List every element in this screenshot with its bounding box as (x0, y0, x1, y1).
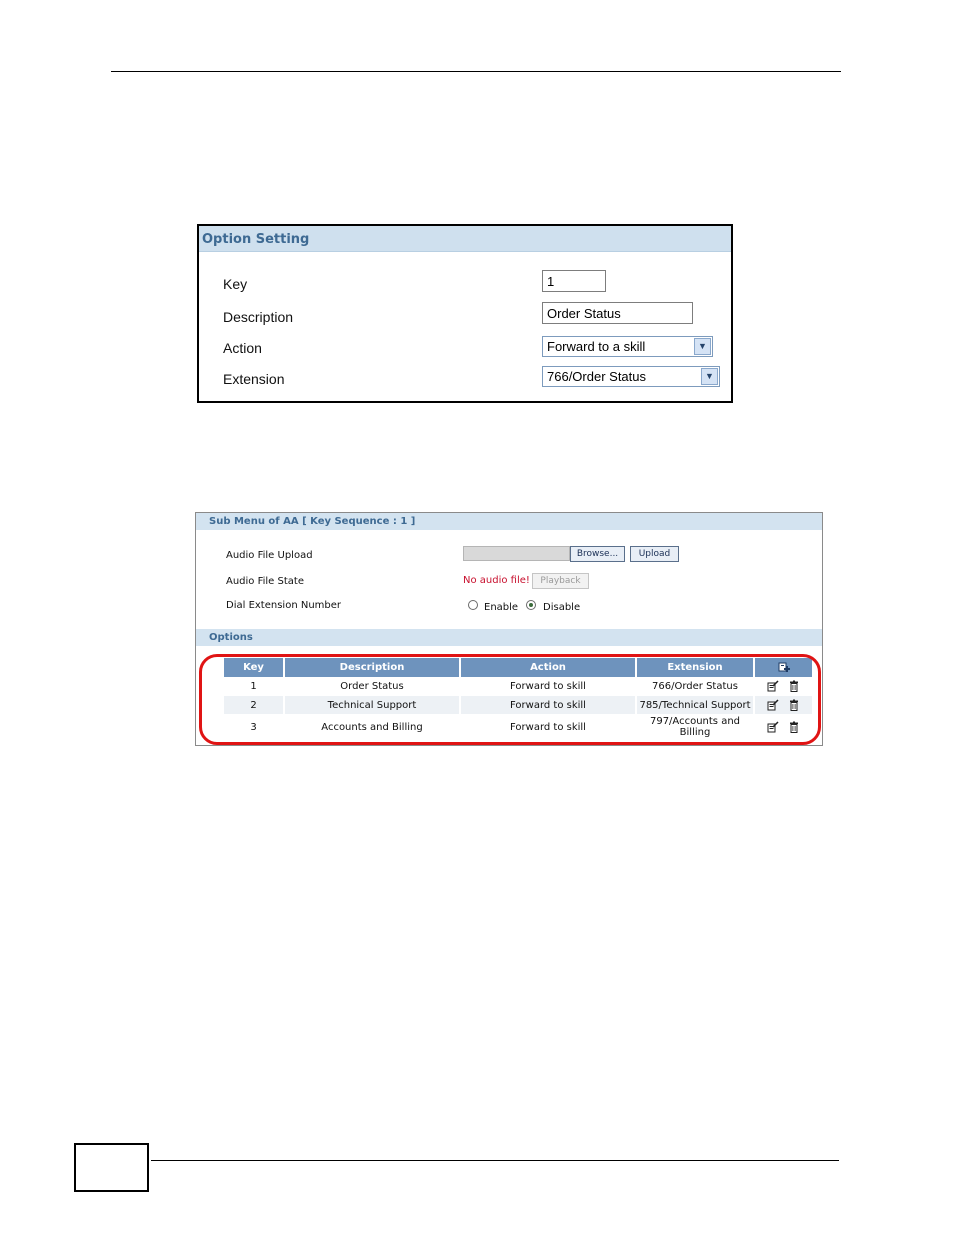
edit-icon[interactable] (767, 680, 779, 692)
key-label: Key (223, 276, 248, 292)
action-select-value: Forward to a skill (547, 339, 646, 354)
enable-label: Enable (484, 602, 519, 613)
option-setting-header: Option Setting (199, 226, 731, 252)
row-key: 2 (224, 695, 285, 715)
submenu-panel: Sub Menu of AA [ Key Sequence : 1 ] Audi… (195, 512, 823, 746)
option-setting-panel: Option Setting Key 1 Description Order S… (197, 224, 733, 403)
add-option-header (754, 658, 814, 677)
extension-select-value: 766/Order Status (547, 369, 646, 384)
delete-icon[interactable] (788, 721, 800, 733)
row-actions (754, 695, 814, 715)
add-icon[interactable] (778, 662, 790, 674)
delete-icon[interactable] (788, 699, 800, 711)
row-actions (754, 677, 814, 696)
option-setting-title: Option Setting (202, 232, 310, 247)
browse-button[interactable]: Browse... (570, 546, 625, 562)
table-row[interactable]: 1 Order Status Forward to skill 766/Orde… (224, 677, 814, 696)
description-column-header: Description (284, 658, 461, 677)
footer-rule (151, 1160, 839, 1161)
description-label: Description (223, 309, 294, 325)
row-description: Order Status (284, 677, 461, 696)
chevron-down-icon[interactable]: ▼ (694, 338, 711, 355)
action-select[interactable]: Forward to a skill ▼ (542, 336, 713, 357)
row-description: Technical Support (284, 695, 461, 715)
description-input[interactable]: Order Status (542, 302, 693, 324)
delete-icon[interactable] (788, 680, 800, 692)
options-header: Options (196, 629, 822, 646)
table-row[interactable]: 2 Technical Support Forward to skill 785… (224, 695, 814, 715)
row-action: Forward to skill (460, 695, 637, 715)
submenu-title: Sub Menu of AA [ Key Sequence : 1 ] (209, 516, 416, 527)
no-audio-status: No audio file! (463, 575, 530, 586)
submenu-header: Sub Menu of AA [ Key Sequence : 1 ] (196, 513, 822, 530)
edit-icon[interactable] (767, 699, 779, 711)
row-key: 3 (224, 714, 285, 740)
row-extension: 797/Accounts and Billing (636, 714, 755, 740)
chevron-down-icon[interactable]: ▼ (701, 368, 718, 385)
extension-label: Extension (223, 371, 285, 387)
key-input[interactable]: 1 (542, 270, 606, 292)
enable-radio[interactable] (468, 600, 478, 610)
options-title: Options (209, 632, 253, 643)
action-column-header: Action (460, 658, 637, 677)
row-extension: 766/Order Status (636, 677, 755, 696)
table-row[interactable]: 3 Accounts and Billing Forward to skill … (224, 714, 814, 740)
extension-column-header: Extension (636, 658, 755, 677)
action-label: Action (223, 340, 262, 356)
row-description: Accounts and Billing (284, 714, 461, 740)
row-actions (754, 714, 814, 740)
playback-button[interactable]: Playback (532, 573, 589, 589)
dial-extension-label: Dial Extension Number (226, 600, 342, 611)
row-key: 1 (224, 677, 285, 696)
header-rule (111, 71, 841, 72)
disable-radio[interactable] (526, 600, 536, 610)
disable-label: Disable (543, 602, 581, 613)
key-column-header: Key (224, 658, 285, 677)
row-extension: 785/Technical Support (636, 695, 755, 715)
audio-file-path-field[interactable] (463, 546, 570, 561)
upload-button[interactable]: Upload (630, 546, 679, 562)
options-table: Key Description Action Extension 1 Order… (224, 658, 814, 740)
edit-icon[interactable] (767, 721, 779, 733)
audio-file-state-label: Audio File State (226, 576, 304, 587)
row-action: Forward to skill (460, 677, 637, 696)
extension-select[interactable]: 766/Order Status ▼ (542, 366, 720, 387)
table-header-row: Key Description Action Extension (224, 658, 814, 677)
audio-file-upload-label: Audio File Upload (226, 550, 313, 561)
row-action: Forward to skill (460, 714, 637, 740)
page-number-box (74, 1143, 149, 1192)
